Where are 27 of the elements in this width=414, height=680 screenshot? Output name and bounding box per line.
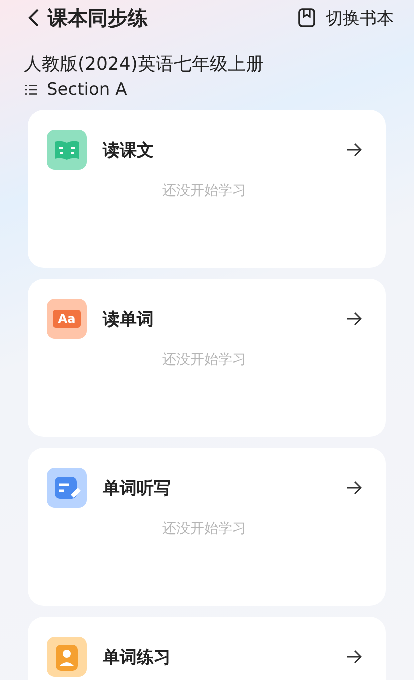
arrow-right-icon (346, 650, 362, 664)
note-pen-icon (47, 468, 87, 508)
module-title: 读单词 (103, 308, 155, 330)
module-card[interactable]: 单词练习 (28, 617, 386, 680)
module-card[interactable]: 读课文 还没开始学习 (28, 110, 386, 268)
back-button[interactable] (28, 7, 40, 29)
status-text: 还没开始学习 (162, 351, 248, 369)
person-icon (47, 637, 87, 677)
module-card[interactable]: Aa 读单词 还没开始学习 (28, 279, 386, 437)
module-title: 单词练习 (103, 646, 172, 668)
section-name: Section A (47, 80, 128, 100)
arrow-right-icon (346, 143, 362, 157)
module-title: 读课文 (103, 140, 155, 162)
status-text: 还没开始学习 (162, 520, 248, 538)
book-name: 人教版(2024)英语七年级上册 (24, 53, 265, 76)
book-icon (47, 130, 87, 170)
back-icon (28, 8, 40, 28)
bookmark-icon (298, 8, 316, 28)
list-icon (25, 84, 37, 96)
letters-icon: Aa (47, 299, 87, 339)
page-title: 课本同步练 (48, 4, 149, 32)
status-text: 还没开始学习 (162, 182, 248, 200)
module-title: 单词听写 (103, 478, 172, 500)
switch-book-button[interactable]: 切换书本 (298, 6, 394, 30)
arrow-right-icon (346, 312, 362, 326)
module-card[interactable]: 单词听写 还没开始学习 (28, 448, 386, 606)
arrow-right-icon (346, 481, 362, 495)
